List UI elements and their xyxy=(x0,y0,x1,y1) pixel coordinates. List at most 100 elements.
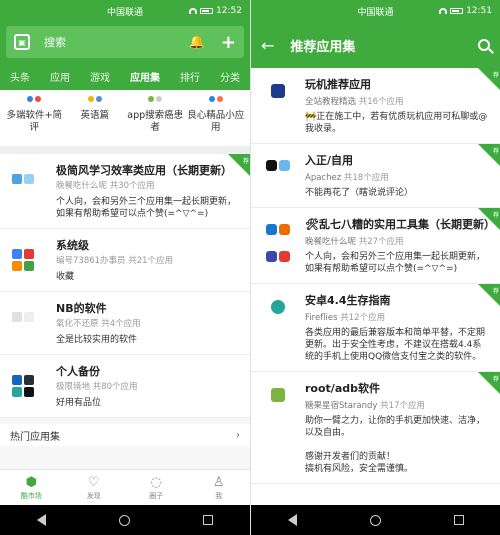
category-label: 英语篇 xyxy=(80,110,109,121)
home-circle-icon[interactable] xyxy=(369,514,381,526)
tab-apps[interactable]: 应用 xyxy=(48,69,72,84)
app-header: ▣ 搜索 🔔 + 头条 应用 游戏 应用集 排行 分类 xyxy=(0,22,250,92)
hot-collections-header[interactable]: 热门应用集 › xyxy=(0,424,250,446)
tab-collections[interactable]: 应用集 xyxy=(128,69,162,92)
page-title: 推荐应用集 xyxy=(290,39,356,55)
card-count: 共80个应用 xyxy=(92,382,138,392)
tab-ranking[interactable]: 排行 xyxy=(178,69,202,84)
card-description: 好用有品位 xyxy=(56,398,102,408)
collection-card[interactable]: 极简风学习效率类应用（长期更新） 晚餐吃什么呢 共30个应用 个人向，会和另外三… xyxy=(0,154,250,229)
collection-card[interactable]: NB的软件 氧化不还原 共4个应用 全是比较实用的软件 xyxy=(0,292,250,355)
card-count: 共16个应用 xyxy=(358,97,404,107)
card-title: 个人备份 xyxy=(56,365,100,378)
card-title: 玩机推荐应用 xyxy=(305,78,371,91)
collection-card[interactable]: 安卓4.4生存指南 Fireflies 共12个应用 各类应用的最后兼容版本和简… xyxy=(251,284,500,372)
card-description: 不能再花了（瞎说说评论） xyxy=(305,188,414,198)
person-icon: ♙ xyxy=(212,474,225,490)
system-nav-bar xyxy=(0,505,250,535)
card-count: 共17个应用 xyxy=(380,401,425,411)
nav-me[interactable]: ♙ 我 xyxy=(199,475,239,501)
collection-thumbnail-icon xyxy=(12,239,38,283)
collection-card[interactable]: 玩机推荐应用 全站教程精选 共16个应用 🚧正在施工中，若有优质玩机应用可私聊或… xyxy=(251,68,500,144)
category-item[interactable]: app搜索癌患者 xyxy=(126,90,184,146)
card-author: 晚餐吃什么呢 xyxy=(56,181,108,191)
category-icon xyxy=(87,96,103,106)
back-triangle-icon[interactable] xyxy=(287,514,297,526)
bell-icon[interactable]: 🔔 xyxy=(189,35,205,50)
collection-thumbnail-icon xyxy=(12,365,38,409)
collection-thumbnail-icon xyxy=(263,382,293,475)
card-title: 安卓4.4生存指南 xyxy=(305,294,391,307)
recommend-ribbon: 荐 xyxy=(478,68,500,90)
card-title: 入正/自用 xyxy=(305,154,354,167)
card-count: 共4个应用 xyxy=(101,319,141,329)
card-title: NB的软件 xyxy=(56,302,107,315)
search-placeholder: 搜索 xyxy=(44,36,66,49)
collection-thumbnail-icon xyxy=(263,78,293,135)
card-description: 全是比较实用的软件 xyxy=(56,335,138,345)
search-icon[interactable] xyxy=(478,39,490,51)
category-label: app搜索癌患者 xyxy=(127,110,184,133)
chevron-right-icon: › xyxy=(236,429,240,441)
category-row: 多端软件+简评 英语篇 app搜索癌患者 良心精品小应用 xyxy=(0,90,250,146)
collection-thumbnail-icon xyxy=(263,218,293,275)
status-bar: 中国联通 12:52 xyxy=(0,0,250,22)
category-item[interactable]: 多端软件+简评 xyxy=(5,90,63,146)
top-tabs: 头条 应用 游戏 应用集 排行 分类 xyxy=(0,62,250,92)
category-item[interactable]: 良心精品小应用 xyxy=(187,90,245,146)
card-description: 各类应用的最后兼容版本和简单平替，不定期更新。出于安全性考虑，不建议在搭载4.4… xyxy=(305,328,486,362)
card-author: 糖果星宿Starandy xyxy=(305,401,378,411)
category-item[interactable]: 英语篇 xyxy=(66,90,124,146)
nav-discover[interactable]: ♡ 发现 xyxy=(74,475,114,501)
tab-headline[interactable]: 头条 xyxy=(8,69,32,84)
collection-thumbnail-icon xyxy=(263,294,293,363)
cube-logo-icon: ▣ xyxy=(14,34,30,50)
collection-card[interactable]: 个人备份 极限境地 共80个应用 好用有品位 xyxy=(0,355,250,418)
circle-plus-icon: ◌ xyxy=(150,474,162,490)
card-count: 共30个应用 xyxy=(109,181,155,191)
nav-store[interactable]: ⬢ 酷市场 xyxy=(11,475,51,501)
card-description: 收藏 xyxy=(56,272,75,282)
add-icon[interactable]: + xyxy=(221,32,236,53)
recents-square-icon[interactable] xyxy=(453,515,464,525)
collection-thumbnail-icon xyxy=(12,302,38,346)
tab-categories[interactable]: 分类 xyxy=(218,69,242,84)
collection-card[interactable]: root/adb软件 糖果星宿Starandy 共17个应用 助你一臂之力，让你… xyxy=(251,372,500,484)
card-author: 全站教程精选 xyxy=(305,97,357,107)
card-author: 极限境地 xyxy=(56,382,91,392)
card-author: 氧化不还原 xyxy=(56,319,99,329)
card-description: 个人向，会和另外三个应用集一起长期更新，如果有帮助希望可以点个赞(=^▽^=) xyxy=(56,197,237,219)
page-header: ← 推荐应用集 xyxy=(251,22,500,68)
category-icon xyxy=(26,96,42,106)
collection-thumbnail-icon xyxy=(263,154,293,199)
bulb-icon: ♡ xyxy=(87,474,100,490)
back-arrow-icon[interactable]: ← xyxy=(261,36,274,55)
card-count: 共27个应用 xyxy=(358,237,404,247)
tab-games[interactable]: 游戏 xyxy=(88,69,112,84)
collection-card[interactable]: 入正/自用 Apachez 共18个应用 不能再花了（瞎说说评论） 荐 xyxy=(251,144,500,208)
card-author: Fireflies xyxy=(305,313,338,323)
store-icon: ⬢ xyxy=(25,474,37,490)
nav-circle[interactable]: ◌ 圈子 xyxy=(136,475,176,501)
recommend-ribbon: 荐 xyxy=(478,284,500,306)
section-title: 热门应用集 xyxy=(10,431,60,443)
back-triangle-icon[interactable] xyxy=(36,514,46,526)
left-screen: 中国联通 12:52 ▣ 搜索 🔔 + 头条 应用 游戏 应用集 排行 分类 多… xyxy=(0,0,250,535)
recommend-ribbon: 荐 xyxy=(478,208,500,230)
recommend-ribbon: 荐 xyxy=(228,154,250,176)
system-nav-bar xyxy=(251,505,500,535)
card-count: 共12个应用 xyxy=(340,313,386,323)
bottom-nav: ⬢ 酷市场 ♡ 发现 ◌ 圈子 ♙ 我 xyxy=(0,469,250,505)
home-circle-icon[interactable] xyxy=(118,514,130,526)
search-bar[interactable]: ▣ 搜索 🔔 + xyxy=(6,26,244,58)
collection-card[interactable]: 🛠乱七八糟的实用工具集（长期更新） 晚餐吃什么呢 共27个应用 个人向，会和另外… xyxy=(251,208,500,284)
category-label: 良心精品小应用 xyxy=(187,110,245,133)
card-description: 个人向，会和另外三个应用集一起长期更新，如果有帮助希望可以点个赞(=^▽^=) xyxy=(305,252,486,274)
card-author: 晚餐吃什么呢 xyxy=(305,237,357,247)
status-bar: 中国联通 12:51 xyxy=(251,0,500,22)
collection-thumbnail-icon xyxy=(12,164,38,220)
recents-square-icon[interactable] xyxy=(203,515,214,525)
card-description: 🚧正在施工中，若有优质玩机应用可私聊或@我收录。 xyxy=(305,112,488,134)
category-icon xyxy=(147,96,163,106)
collection-card[interactable]: 系统级 编号73861办事员 共21个应用 收藏 xyxy=(0,229,250,292)
